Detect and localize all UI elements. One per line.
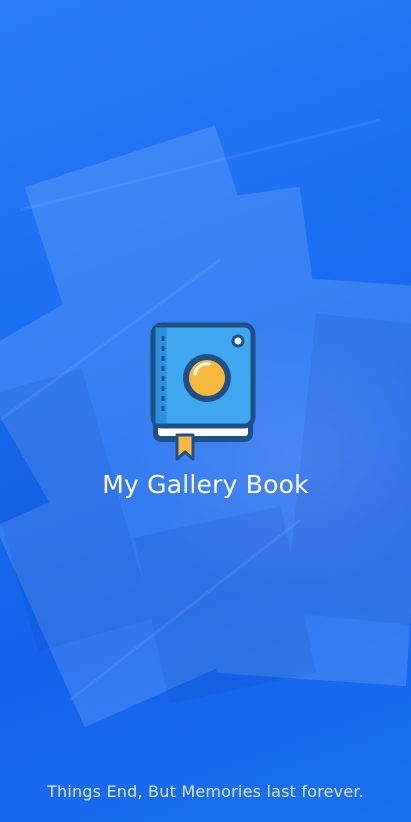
app-tagline: Things End, But Memories last forever. (47, 782, 364, 801)
splash-screen: My Gallery Book Things End, But Memories… (0, 0, 411, 822)
app-title: My Gallery Book (102, 470, 309, 499)
app-logo-icon (150, 322, 256, 461)
